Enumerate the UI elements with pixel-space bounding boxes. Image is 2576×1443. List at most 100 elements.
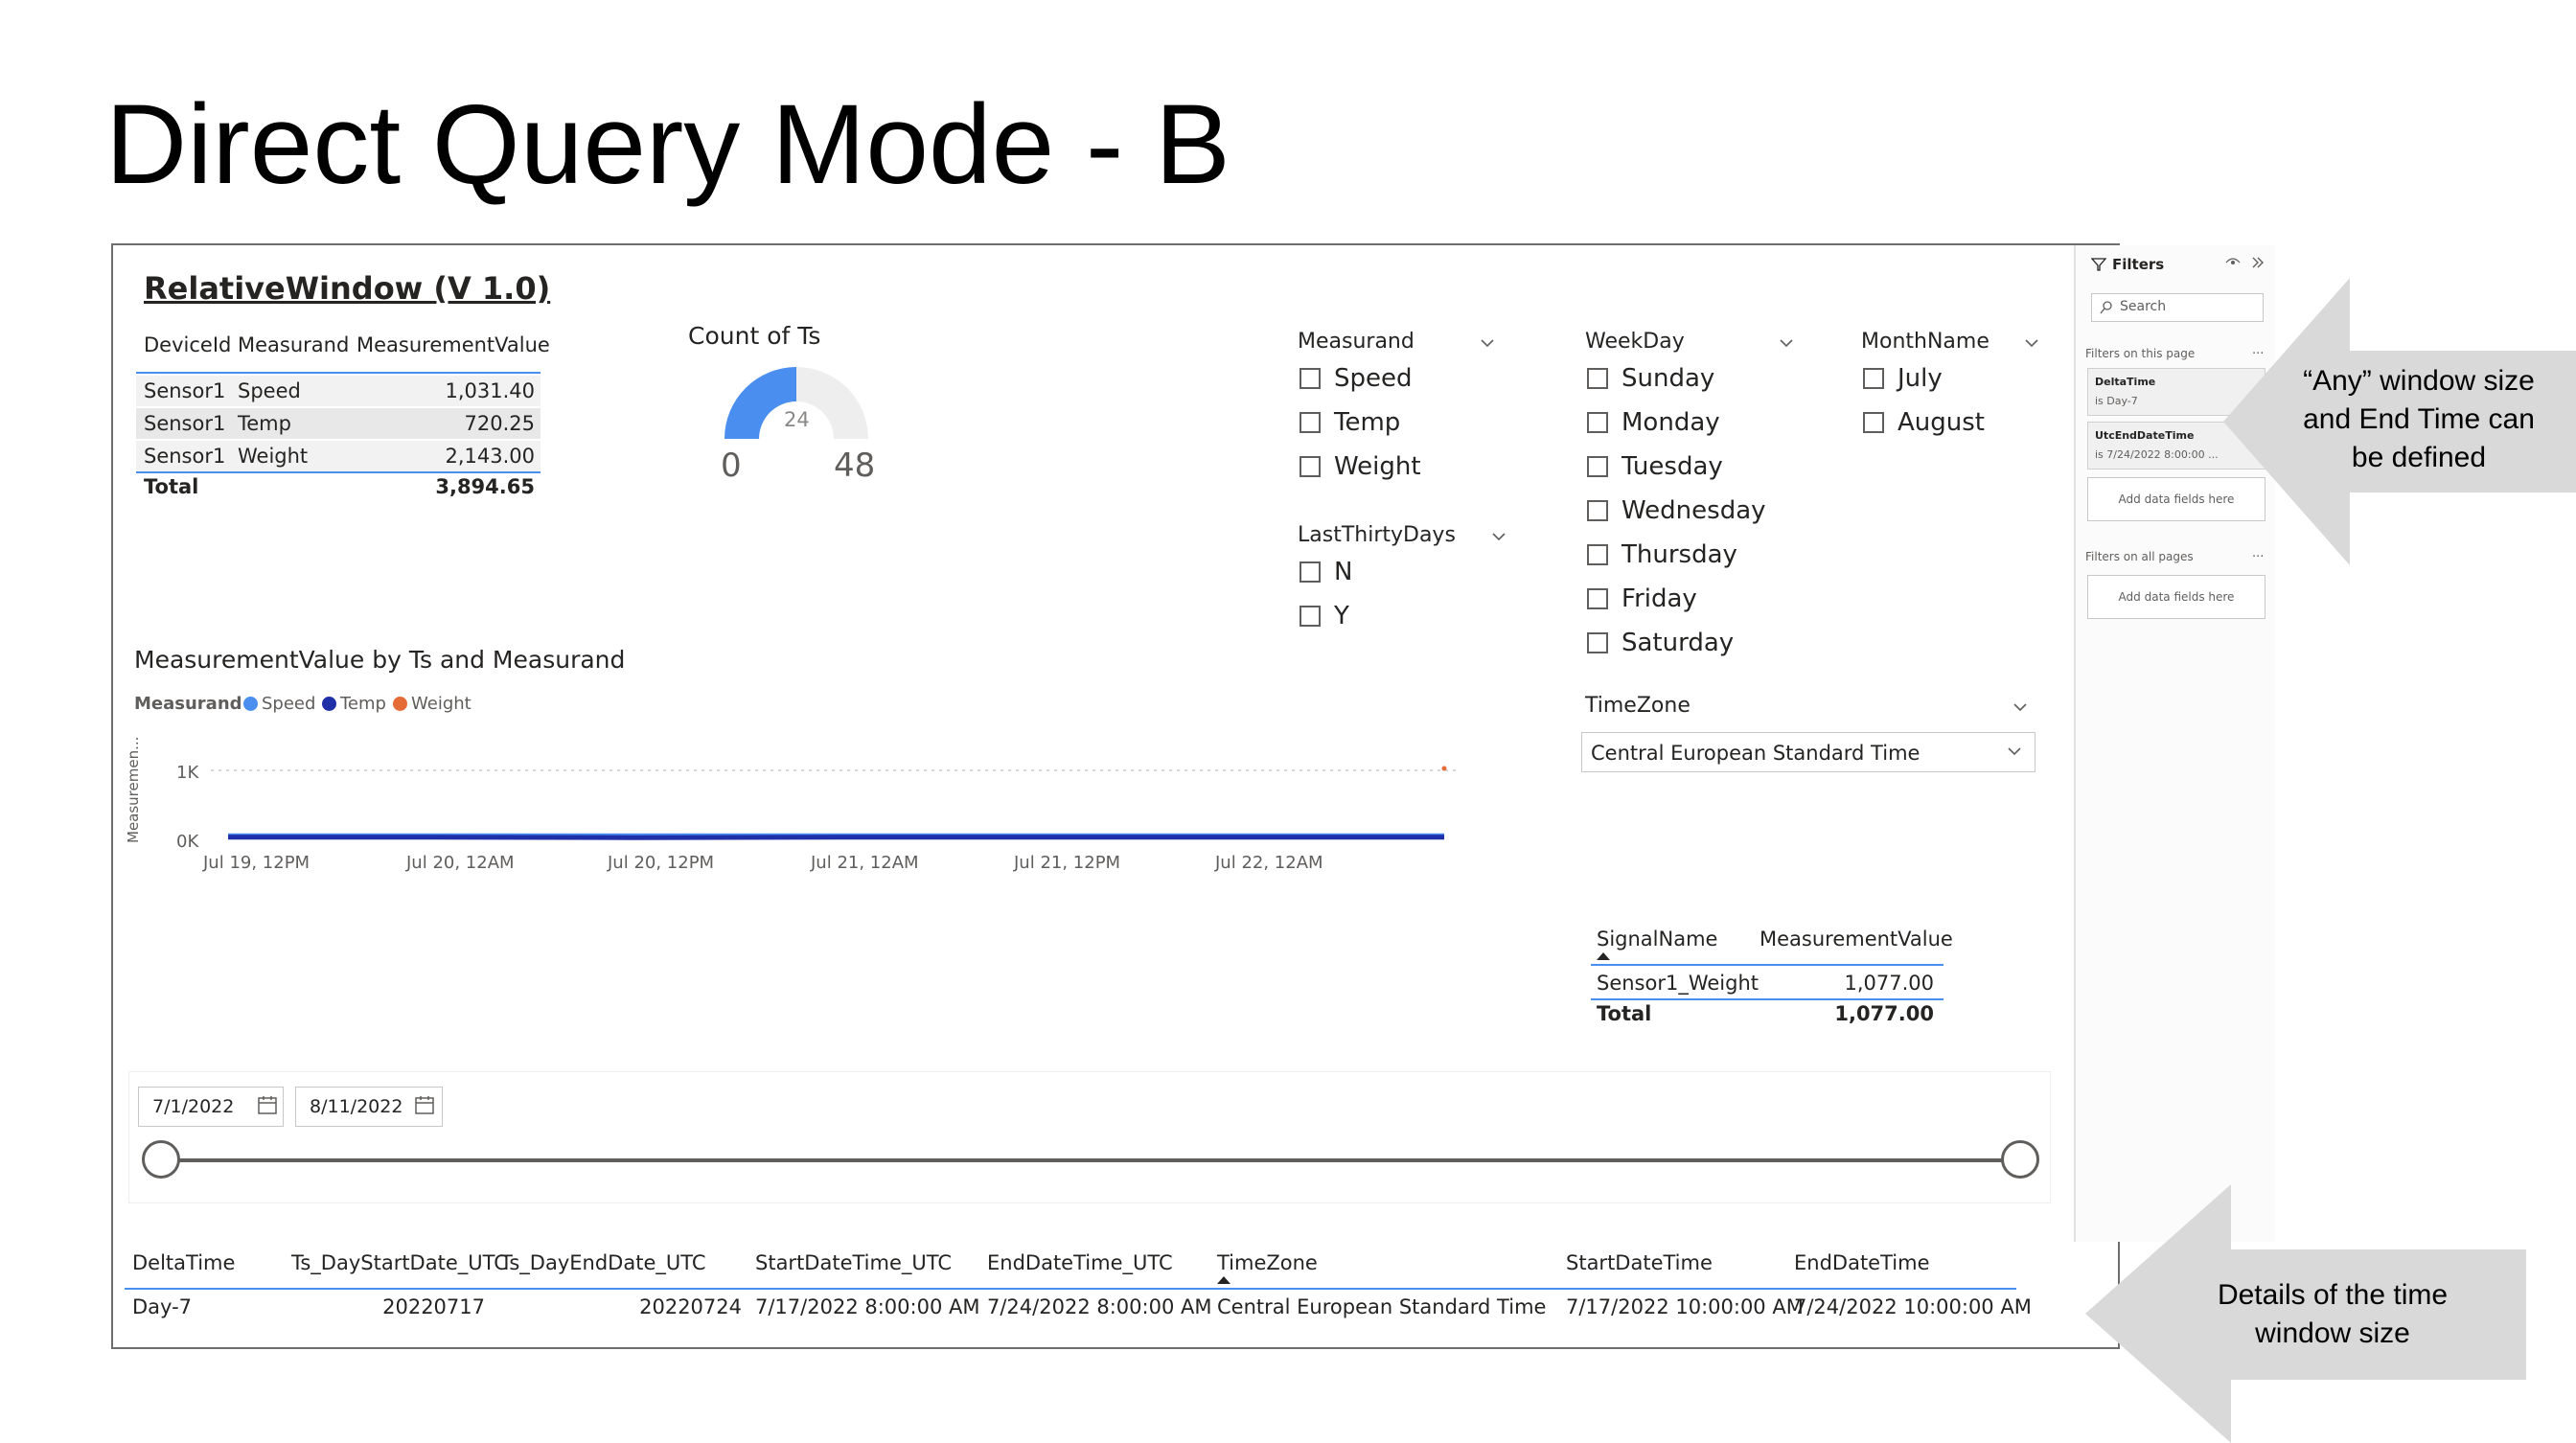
cell-enddatetime: 7/24/2022 10:00:00 AM: [1794, 1295, 2032, 1318]
timezone-slicer-title: TimeZone: [1585, 694, 1690, 718]
cell-value: 1,077.00: [1844, 972, 1934, 995]
option-monday[interactable]: Monday: [1622, 408, 1720, 437]
gauge-max: 48: [834, 447, 876, 485]
option-temp[interactable]: Temp: [1334, 408, 1400, 437]
option-wednesday[interactable]: Wednesday: [1622, 496, 1766, 525]
x-tick: Jul 20, 12PM: [608, 853, 715, 873]
option-august[interactable]: August: [1898, 408, 1985, 437]
date-slider-start-handle[interactable]: [142, 1140, 180, 1179]
option-friday[interactable]: Friday: [1622, 584, 1697, 613]
gauge-value: 24: [784, 408, 810, 431]
checkbox-july[interactable]: [1863, 368, 1884, 389]
eye-icon[interactable]: [2225, 255, 2241, 268]
filters-on-page-label: Filters on this page: [2085, 347, 2196, 360]
checkbox-thursday[interactable]: [1587, 544, 1608, 565]
end-date-value: 8/11/2022: [310, 1096, 403, 1117]
option-july[interactable]: July: [1898, 364, 1943, 393]
total-label: Total: [144, 475, 199, 498]
legend-temp[interactable]: Temp: [340, 694, 386, 714]
option-sunday[interactable]: Sunday: [1622, 364, 1714, 393]
checkbox-saturday[interactable]: [1587, 632, 1608, 653]
checkbox-wednesday[interactable]: [1587, 500, 1608, 521]
checkbox-weight[interactable]: [1300, 456, 1321, 477]
col-header-deviceid[interactable]: DeviceId: [144, 333, 231, 356]
chevron-down-icon[interactable]: [1491, 529, 1506, 544]
cell-device: Sensor1: [144, 445, 226, 468]
legend-title: Measurand: [134, 694, 242, 714]
cell-measurand: Temp: [238, 412, 291, 435]
col-header-measurementvalue[interactable]: MeasurementValue: [1760, 928, 1953, 951]
callout-top-text: “Any” window size and End Time can be de…: [2303, 365, 2535, 473]
add-data-fields-all[interactable]: Add data fields here: [2087, 575, 2266, 619]
calendar-icon[interactable]: [414, 1094, 435, 1115]
checkbox-y[interactable]: [1300, 606, 1321, 627]
option-speed[interactable]: Speed: [1334, 364, 1413, 393]
x-tick: Jul 20, 12AM: [406, 853, 515, 873]
col-header-deltatime[interactable]: DeltaTime: [132, 1251, 235, 1274]
y-tick-0k: 0K: [176, 832, 199, 852]
option-n[interactable]: N: [1334, 558, 1352, 586]
chevron-down-icon[interactable]: [1779, 335, 1794, 351]
checkbox-speed[interactable]: [1300, 368, 1321, 389]
sort-ascending-icon: [1597, 952, 1610, 960]
col-header-startdatetime[interactable]: StartDateTime: [1566, 1251, 1713, 1274]
chevron-down-icon[interactable]: [2012, 699, 2028, 715]
col-header-dayend[interactable]: Ts_DayEndDate_UTC: [500, 1251, 706, 1274]
col-header-startutc[interactable]: StartDateTime_UTC: [755, 1251, 952, 1274]
col-header-measurand[interactable]: Measurand: [238, 333, 349, 356]
checkbox-tuesday[interactable]: [1587, 456, 1608, 477]
checkbox-friday[interactable]: [1587, 588, 1608, 609]
date-slider-track[interactable]: [161, 1158, 2020, 1162]
callout-bottom-text: Details of the time window size: [2217, 1279, 2449, 1349]
filter-card-name: UtcEndDateTime: [2095, 429, 2195, 442]
col-header-timezone[interactable]: TimeZone: [1217, 1251, 1318, 1274]
col-header-enddatetime[interactable]: EndDateTime: [1794, 1251, 1930, 1274]
line-chart-plot[interactable]: [211, 757, 1457, 853]
filter-card-value: is 7/24/2022 8:00:00 ...: [2095, 448, 2219, 461]
x-tick: Jul 19, 12PM: [203, 853, 310, 873]
checkbox-august[interactable]: [1863, 412, 1884, 433]
gauge-min: 0: [721, 447, 742, 485]
y-axis-label: Measuremen...: [125, 736, 142, 843]
total-label: Total: [1597, 1002, 1652, 1025]
legend-temp-marker: [322, 697, 336, 711]
header-divider: [125, 1288, 2016, 1290]
option-weight[interactable]: Weight: [1334, 452, 1421, 481]
date-slider-end-handle[interactable]: [2001, 1140, 2039, 1179]
collapse-pane-icon[interactable]: [2250, 255, 2266, 270]
checkbox-sunday[interactable]: [1587, 368, 1608, 389]
option-tuesday[interactable]: Tuesday: [1622, 452, 1723, 481]
filters-all-pages-label: Filters on all pages: [2085, 550, 2194, 563]
col-header-endutc[interactable]: EndDateTime_UTC: [987, 1251, 1173, 1274]
col-header-signalname[interactable]: SignalName: [1597, 928, 1717, 951]
col-header-daystart[interactable]: Ts_DayStartDate_UTC: [291, 1251, 508, 1274]
option-thursday[interactable]: Thursday: [1622, 540, 1737, 569]
total-divider: [1591, 998, 1944, 1000]
series-point-weight[interactable]: [1441, 766, 1447, 771]
y-tick-1k: 1K: [176, 763, 199, 783]
option-saturday[interactable]: Saturday: [1622, 629, 1734, 657]
col-header-measurementvalue[interactable]: MeasurementValue: [356, 333, 550, 356]
legend-weight[interactable]: Weight: [411, 694, 472, 714]
cell-device: Sensor1: [144, 379, 226, 402]
cell-value: 1,031.40: [445, 379, 535, 402]
gauge-visual[interactable]: [715, 356, 878, 445]
legend-speed[interactable]: Speed: [262, 694, 315, 714]
measurand-slicer-title: Measurand: [1298, 330, 1414, 354]
x-tick: Jul 21, 12AM: [811, 853, 919, 873]
checkbox-n[interactable]: [1300, 561, 1321, 583]
option-y[interactable]: Y: [1334, 602, 1349, 630]
cell-measurand: Speed: [238, 379, 301, 402]
checkbox-monday[interactable]: [1587, 412, 1608, 433]
chevron-down-icon[interactable]: [1480, 335, 1495, 351]
chevron-down-icon[interactable]: [2024, 335, 2039, 351]
checkbox-temp[interactable]: [1300, 412, 1321, 433]
monthname-slicer-title: MonthName: [1861, 330, 1990, 354]
chevron-down-icon[interactable]: [2007, 744, 2022, 759]
summary-table-title: RelativeWindow (V 1.0): [144, 270, 551, 307]
weekday-slicer-title: WeekDay: [1585, 330, 1685, 354]
total-value: 1,077.00: [1834, 1002, 1934, 1025]
filter-card-value: is Day-7: [2095, 395, 2138, 407]
cell-startdatetime: 7/17/2022 10:00:00 AM: [1566, 1295, 1804, 1318]
calendar-icon[interactable]: [257, 1094, 278, 1115]
